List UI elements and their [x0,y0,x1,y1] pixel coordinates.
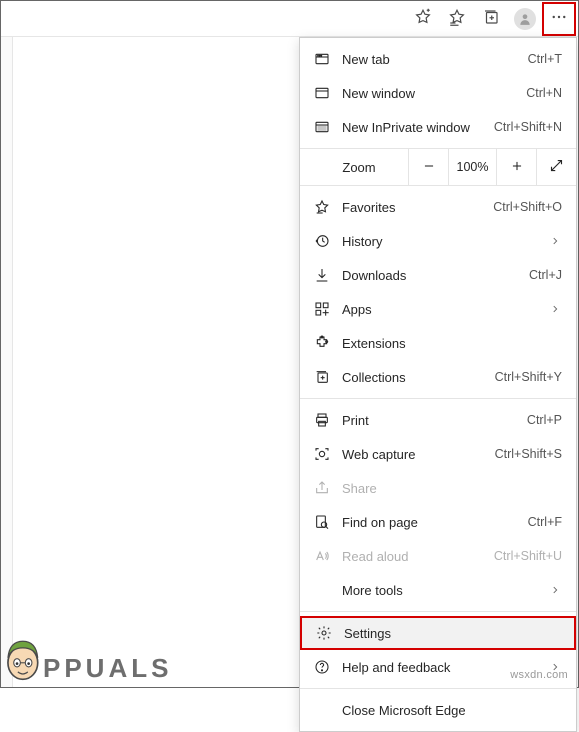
profile-avatar-icon [514,8,536,30]
settings-and-more-menu: New tab Ctrl+T New window Ctrl+N New InP… [299,37,577,732]
collections-icon [314,369,336,385]
menu-label: Print [336,413,527,428]
menu-label: New window [336,86,526,101]
menu-item-find-on-page[interactable]: Find on page Ctrl+F [300,505,576,539]
chevron-right-icon [548,236,562,246]
new-tab-icon [314,51,336,67]
menu-item-history[interactable]: History [300,224,576,258]
menu-separator [300,688,576,689]
star-lines-icon [448,8,466,29]
menu-item-print[interactable]: Print Ctrl+P [300,403,576,437]
menu-shortcut: Ctrl+F [528,515,562,529]
browser-toolbar [1,1,578,37]
menu-label: Share [336,481,562,496]
menu-shortcut: Ctrl+Shift+Y [495,370,562,384]
history-icon [314,233,336,249]
menu-shortcut: Ctrl+N [526,86,562,100]
help-icon [314,659,336,675]
downloads-icon [314,267,336,283]
web-capture-icon [314,446,336,462]
find-icon [314,514,336,530]
new-window-icon [314,85,336,101]
add-favorite-button[interactable] [406,2,440,36]
zoom-out-button[interactable] [408,149,448,185]
apps-icon [314,301,336,317]
left-panel [1,37,13,687]
menu-item-close-edge[interactable]: Close Microsoft Edge [300,693,576,727]
menu-item-read-aloud: Read aloud Ctrl+Shift+U [300,539,576,573]
fullscreen-button[interactable] [536,149,576,185]
menu-shortcut: Ctrl+Shift+U [494,549,562,563]
menu-label: Downloads [336,268,529,283]
settings-icon [316,625,338,641]
menu-label: Favorites [336,200,493,215]
menu-item-extensions[interactable]: Extensions [300,326,576,360]
menu-item-favorites[interactable]: Favorites Ctrl+Shift+O [300,190,576,224]
zoom-in-button[interactable] [496,149,536,185]
menu-shortcut: Ctrl+Shift+S [495,447,562,461]
print-icon [314,412,336,428]
appuals-logo-icon [1,633,43,681]
profile-button[interactable] [508,2,542,36]
collections-button[interactable] [474,2,508,36]
minus-icon [422,159,436,176]
appuals-logo: PPUALS [1,633,172,681]
menu-shortcut: Ctrl+P [527,413,562,427]
menu-label: Apps [336,302,548,317]
menu-label: Web capture [336,447,495,462]
menu-item-new-tab[interactable]: New tab Ctrl+T [300,42,576,76]
menu-separator [300,398,576,399]
menu-item-new-inprivate[interactable]: New InPrivate window Ctrl+Shift+N [300,110,576,144]
favorites-icon [314,199,336,215]
menu-item-settings[interactable]: Settings [300,616,576,650]
chevron-right-icon [548,304,562,314]
menu-item-share: Share [300,471,576,505]
menu-item-web-capture[interactable]: Web capture Ctrl+Shift+S [300,437,576,471]
menu-item-collections[interactable]: Collections Ctrl+Shift+Y [300,360,576,394]
menu-label: Settings [338,626,560,641]
menu-label: History [336,234,548,249]
collections-icon [482,8,500,29]
menu-shortcut: Ctrl+Shift+N [494,120,562,134]
more-menu-button[interactable] [542,2,576,36]
appuals-logo-text: PPUALS [43,653,172,684]
extensions-icon [314,335,336,351]
read-aloud-icon [314,548,336,564]
menu-label: Find on page [336,515,528,530]
menu-label: New InPrivate window [336,120,494,135]
menu-zoom-row: Zoom 100% [300,148,576,186]
menu-shortcut: Ctrl+T [528,52,562,66]
favorites-button[interactable] [440,2,474,36]
chevron-right-icon [548,585,562,595]
zoom-value: 100% [448,149,496,185]
menu-label: Close Microsoft Edge [314,703,562,718]
menu-label: New tab [336,52,528,67]
ellipsis-icon [550,8,568,29]
menu-label: Collections [336,370,495,385]
menu-item-new-window[interactable]: New window Ctrl+N [300,76,576,110]
menu-item-more-tools[interactable]: More tools [300,573,576,607]
zoom-label: Zoom [300,160,408,175]
fullscreen-icon [549,158,564,176]
menu-label: More tools [314,583,548,598]
menu-label: Read aloud [336,549,494,564]
inprivate-icon [314,119,336,135]
watermark-text: wsxdn.com [510,669,568,681]
menu-shortcut: Ctrl+Shift+O [493,200,562,214]
plus-icon [510,159,524,176]
star-add-icon [414,8,432,29]
menu-item-downloads[interactable]: Downloads Ctrl+J [300,258,576,292]
share-icon [314,480,336,496]
menu-separator [300,611,576,612]
menu-item-apps[interactable]: Apps [300,292,576,326]
menu-shortcut: Ctrl+J [529,268,562,282]
menu-label: Extensions [336,336,562,351]
